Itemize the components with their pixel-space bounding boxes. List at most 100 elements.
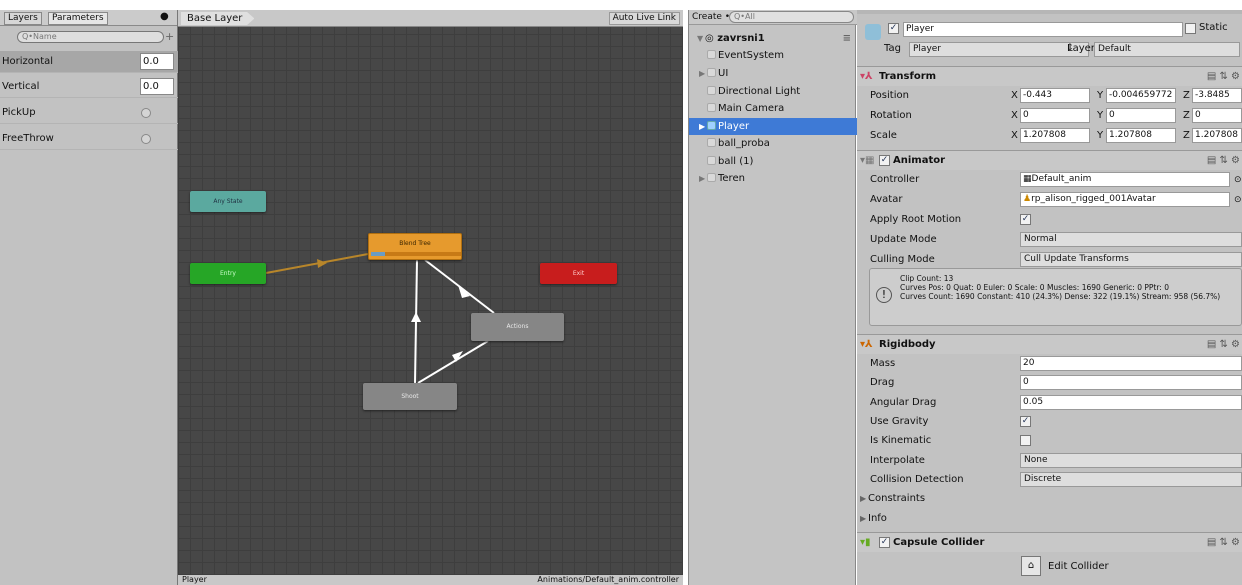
trigger-radio[interactable]: [141, 108, 151, 118]
object-picker-icon[interactable]: ⊙: [1234, 170, 1242, 190]
hierarchy-item[interactable]: ball (1): [689, 153, 857, 170]
use-gravity-checkbox[interactable]: ✓: [1020, 416, 1031, 427]
axis-label: Z: [1183, 90, 1190, 101]
param-row-vertical[interactable]: Vertical 0.0: [0, 76, 178, 98]
eye-icon[interactable]: ●: [160, 11, 169, 22]
param-row-freethrow[interactable]: FreeThrow: [0, 128, 178, 150]
tab-layers[interactable]: Layers: [4, 12, 42, 25]
component-settings-icon[interactable]: ▤ ⇅ ⚙: [1207, 67, 1240, 87]
item-label: Player: [718, 121, 750, 132]
create-dropdown[interactable]: Create •: [692, 12, 730, 22]
active-checkbox[interactable]: ✓: [888, 23, 899, 34]
param-row-horizontal[interactable]: Horizontal 0.0: [0, 51, 178, 73]
state-exit[interactable]: Exit: [540, 263, 617, 284]
component-settings-icon[interactable]: ▤ ⇅ ⚙: [1207, 533, 1240, 553]
state-any-state[interactable]: Any State: [190, 191, 266, 212]
hierarchy-item-selected[interactable]: ▶ Player: [689, 118, 857, 135]
expand-icon[interactable]: ▶: [860, 509, 866, 529]
param-value-field[interactable]: 0.0: [140, 53, 174, 70]
is-kinematic-checkbox[interactable]: [1020, 435, 1031, 446]
position-z-field[interactable]: -3.8485: [1192, 88, 1242, 103]
hierarchy-item[interactable]: ▶ UI: [689, 65, 857, 82]
component-settings-icon[interactable]: ▤ ⇅ ⚙: [1207, 335, 1240, 355]
tag-dropdown[interactable]: Player: [909, 42, 1089, 57]
component-settings-icon[interactable]: ▤ ⇅ ⚙: [1207, 151, 1240, 171]
trigger-radio[interactable]: [141, 134, 151, 144]
layer-dropdown[interactable]: Default: [1094, 42, 1240, 57]
state-actions[interactable]: Actions: [471, 313, 564, 341]
scale-z-field[interactable]: 1.207808: [1192, 128, 1242, 143]
object-picker-icon[interactable]: ⊙: [1234, 190, 1242, 210]
gameobject-icon: [707, 86, 716, 95]
param-row-pickup[interactable]: PickUp: [0, 102, 178, 124]
transform-header[interactable]: ▾⅄ Transform ▤ ⇅ ⚙: [857, 66, 1242, 86]
hierarchy-item[interactable]: ▶ Teren: [689, 170, 857, 187]
field-label: Collision Detection: [870, 474, 964, 485]
item-label: EventSystem: [718, 50, 784, 61]
expand-icon[interactable]: ▶: [699, 65, 707, 82]
update-mode-dropdown[interactable]: Normal: [1020, 232, 1242, 247]
capsule-collider-header[interactable]: ▾▮ ✓ Capsule Collider ▤ ⇅ ⚙: [857, 532, 1242, 552]
apply-root-motion-checkbox[interactable]: ✓: [1020, 214, 1031, 225]
hierarchy-item[interactable]: ball_proba: [689, 135, 857, 152]
field-label: Is Kinematic: [870, 435, 932, 446]
field-label: Controller: [870, 174, 920, 185]
hierarchy-search-input[interactable]: Q•All: [729, 11, 854, 23]
menu-icon[interactable]: ≡: [843, 30, 851, 47]
rotation-x-field[interactable]: 0: [1020, 108, 1090, 123]
parameters-panel: Layers Parameters ● Q•Name + Horizontal …: [0, 10, 178, 585]
position-x-field[interactable]: -0.443: [1020, 88, 1090, 103]
rotation-row: Rotation X 0 Y 0 Z 0: [857, 106, 1242, 126]
plus-icon[interactable]: +: [165, 30, 174, 43]
expand-icon[interactable]: ▶: [699, 118, 707, 135]
controller-field[interactable]: ▦Default_anim: [1020, 172, 1230, 187]
gameobject-icon: [707, 103, 716, 112]
mass-field[interactable]: 20: [1020, 356, 1242, 371]
tab-parameters[interactable]: Parameters: [48, 12, 108, 25]
animator-enabled-checkbox[interactable]: ✓: [879, 155, 890, 166]
scale-x-field[interactable]: 1.207808: [1020, 128, 1090, 143]
state-entry[interactable]: Entry: [190, 263, 266, 284]
culling-mode-dropdown[interactable]: Cull Update Transforms: [1020, 252, 1242, 267]
item-label: Directional Light: [718, 86, 801, 97]
scale-y-field[interactable]: 1.207808: [1106, 128, 1176, 143]
expand-icon[interactable]: ▼: [697, 30, 705, 47]
field-label: Apply Root Motion: [870, 214, 962, 225]
state-shoot[interactable]: Shoot: [363, 383, 457, 410]
state-blend-tree[interactable]: Blend Tree: [368, 233, 462, 260]
scene-row[interactable]: ▼ ◎ zavrsni1 ≡: [689, 30, 857, 47]
hierarchy-item[interactable]: Directional Light: [689, 83, 857, 100]
parameter-search-input[interactable]: Q•Name: [17, 31, 164, 43]
root-motion-row: Apply Root Motion ✓: [857, 210, 1242, 230]
gameobject-cube-icon: [865, 24, 881, 40]
expand-icon[interactable]: ▶: [860, 489, 866, 509]
hierarchy-item[interactable]: Main Camera: [689, 100, 857, 117]
position-y-field[interactable]: -0.004659772: [1106, 88, 1176, 103]
expand-icon[interactable]: ▶: [699, 170, 707, 187]
info-foldout[interactable]: ▶ Info: [857, 509, 1242, 529]
hierarchy-item[interactable]: EventSystem: [689, 47, 857, 64]
avatar-field[interactable]: ♟rp_alison_rigged_001Avatar: [1020, 192, 1230, 207]
static-checkbox[interactable]: [1185, 23, 1196, 34]
rotation-z-field[interactable]: 0: [1192, 108, 1242, 123]
animator-header[interactable]: ▾▦ ✓ Animator ▤ ⇅ ⚙: [857, 150, 1242, 170]
field-label: Avatar: [870, 194, 903, 205]
interpolate-dropdown[interactable]: None: [1020, 453, 1242, 468]
constraints-foldout[interactable]: ▶ Constraints: [857, 489, 1242, 509]
angular-drag-field[interactable]: 0.05: [1020, 395, 1242, 410]
foldout-label: Info: [868, 513, 887, 524]
edit-collider-button[interactable]: ⌂: [1021, 556, 1041, 576]
collision-detection-dropdown[interactable]: Discrete: [1020, 472, 1242, 487]
rigidbody-header[interactable]: ▾⅄ Rigidbody ▤ ⇅ ⚙: [857, 334, 1242, 354]
capsule-enabled-checkbox[interactable]: ✓: [879, 537, 890, 548]
rotation-y-field[interactable]: 0: [1106, 108, 1176, 123]
transition-entry-blend[interactable]: [265, 253, 369, 274]
object-name-field[interactable]: Player: [903, 22, 1183, 37]
use-gravity-row: Use Gravity ✓: [857, 412, 1242, 432]
item-label: Main Camera: [718, 103, 785, 114]
param-value-field[interactable]: 0.0: [140, 78, 174, 95]
drag-field[interactable]: 0: [1020, 375, 1242, 390]
transition-actions-shoot[interactable]: [417, 340, 489, 384]
component-title: Capsule Collider: [893, 537, 985, 548]
animator-graph[interactable]: Base Layer Auto Live Link Any State Entr…: [178, 10, 683, 585]
